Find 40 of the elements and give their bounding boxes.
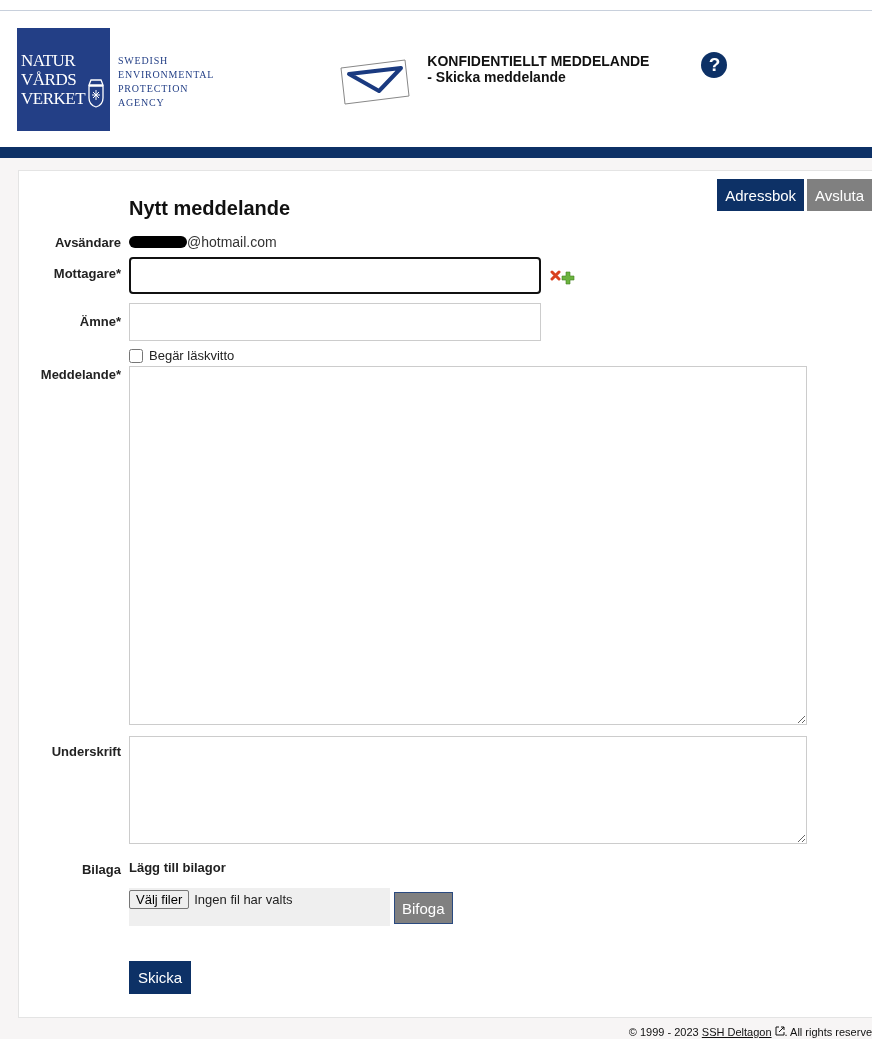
field-label: Meddelande* bbox=[39, 367, 121, 384]
add-icon[interactable] bbox=[561, 270, 575, 285]
choose-files-button[interactable]: Välj filer bbox=[129, 890, 190, 909]
logo-text: VERKET bbox=[21, 88, 86, 108]
toolbar-button[interactable]: Adressbok bbox=[717, 179, 805, 211]
subject-field[interactable] bbox=[129, 303, 541, 341]
field-label: Underskrift bbox=[50, 744, 121, 761]
form-heading: Nytt meddelande bbox=[129, 197, 291, 220]
agency-name: PROTECTION bbox=[118, 81, 190, 95]
checkbox-label: Begär läskvitto bbox=[149, 348, 235, 363]
vendor-link[interactable]: SSH Deltagon bbox=[701, 1026, 772, 1038]
logo-text: NATUR bbox=[21, 50, 76, 70]
attachment-heading: Lägg till bilagor bbox=[129, 860, 227, 877]
message-field[interactable] bbox=[129, 366, 807, 725]
send-button[interactable]: Skicka bbox=[129, 961, 192, 994]
agency-name: AGENCY bbox=[118, 95, 166, 109]
agency-name: ENVIRONMENTAL bbox=[118, 67, 215, 81]
redaction-mark bbox=[129, 235, 187, 248]
copyright-text: © 1999 - 2023 bbox=[628, 1026, 699, 1038]
rights-text: . All rights reserve bbox=[784, 1026, 872, 1038]
field-label: Mottagare* bbox=[52, 266, 121, 283]
read-receipt-checkbox[interactable] bbox=[129, 348, 143, 363]
remove-icon[interactable] bbox=[550, 270, 561, 281]
page-subtitle: - Skicka meddelande bbox=[427, 69, 567, 85]
field-label: Ämne* bbox=[78, 314, 121, 331]
sender-email: @hotmail.com bbox=[187, 233, 277, 250]
file-status: Ingen fil har valts bbox=[194, 892, 293, 907]
crest-icon bbox=[87, 77, 105, 108]
external-link-icon bbox=[774, 1026, 785, 1036]
envelope-icon bbox=[339, 58, 412, 106]
page-title: KONFIDENTIELLT MEDDELANDE bbox=[427, 53, 650, 69]
toolbar-button[interactable]: Avsluta bbox=[807, 179, 872, 211]
agency-name: SWEDISH bbox=[118, 53, 170, 67]
attach-button[interactable]: Bifoga bbox=[394, 892, 453, 924]
recipient-field[interactable] bbox=[129, 257, 541, 294]
signature-field[interactable] bbox=[129, 736, 807, 844]
field-label: Bilaga bbox=[81, 862, 121, 877]
help-icon[interactable]: ? bbox=[701, 52, 728, 78]
logo-text: VÅRDS bbox=[21, 69, 77, 89]
field-label: Avsändare bbox=[54, 235, 121, 250]
